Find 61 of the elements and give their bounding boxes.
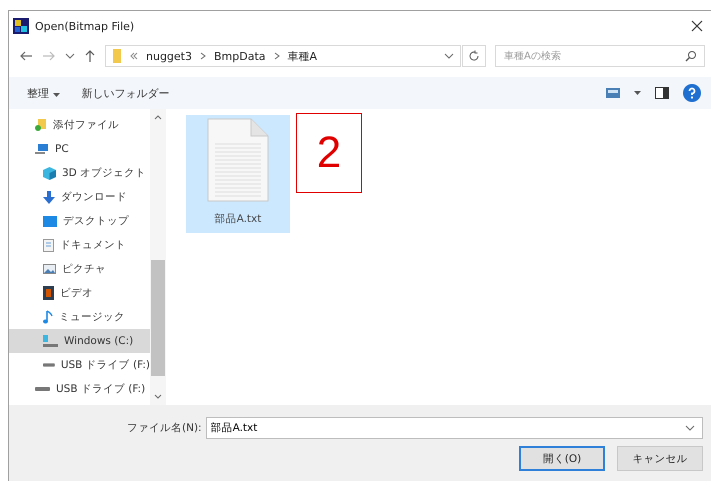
back-arrow-icon[interactable] [19, 50, 33, 62]
navigation-item[interactable]: USB ドライブ (F:) [9, 377, 150, 401]
chevron-down-icon[interactable] [65, 52, 75, 60]
refresh-icon [468, 50, 480, 62]
navigation-item[interactable]: ダウンロード [9, 185, 150, 209]
search-icon [685, 50, 697, 62]
document-icon [43, 238, 54, 252]
navigation-item[interactable]: ビデオ [9, 281, 150, 305]
file-item[interactable]: 部品A.txt [186, 115, 290, 233]
address-field[interactable]: nugget3 BmpData 車種A [105, 45, 461, 67]
computer-icon [35, 144, 49, 154]
organize-menu-button[interactable]: 整理 [23, 84, 64, 102]
navigation-item[interactable]: USB ドライブ (F:) [9, 353, 150, 377]
usb-drive-icon [43, 362, 55, 368]
music-note-icon [43, 310, 53, 324]
cancel-button[interactable]: キャンセル [617, 446, 703, 471]
scrollbar[interactable] [150, 109, 166, 405]
preview-pane-icon[interactable] [655, 87, 669, 99]
caret-icon [52, 92, 60, 96]
new-folder-button[interactable]: 新しいフォルダー [78, 84, 174, 102]
drive-icon [43, 335, 58, 347]
file-name-field[interactable]: 部品A.txt [206, 417, 703, 439]
navigation-item[interactable]: 3D オブジェクト [9, 161, 150, 185]
view-icon[interactable] [606, 88, 620, 98]
usb-drive-icon [35, 386, 50, 392]
chevron-down-icon[interactable] [444, 52, 454, 60]
annotation-box: 2 [296, 113, 362, 193]
help-icon[interactable] [683, 84, 701, 102]
navigation-item[interactable]: ピクチャ [9, 257, 150, 281]
open-button[interactable]: 開く(O) [519, 446, 605, 471]
cube-icon [43, 166, 56, 180]
navigation-item[interactable]: 添付ファイル [9, 113, 150, 137]
navigation-item[interactable]: ドキュメント [9, 233, 150, 257]
search-field[interactable]: 車種Aの検索 [495, 45, 705, 67]
dropdown-arrow-icon[interactable] [634, 91, 641, 95]
breadcrumb[interactable]: nugget3 [146, 50, 192, 62]
text-file-icon [207, 118, 269, 202]
close-icon[interactable] [691, 20, 703, 32]
refresh-button[interactable] [462, 45, 486, 67]
breadcrumb[interactable]: BmpData [214, 50, 266, 62]
chevron-down-icon[interactable] [685, 424, 695, 432]
window-title: Open(Bitmap File) [35, 20, 136, 32]
app-icon [13, 18, 29, 34]
download-arrow-icon [43, 190, 55, 204]
scroll-down-icon[interactable] [154, 394, 162, 399]
desktop-icon [43, 216, 57, 226]
double-chevron-icon[interactable] [130, 52, 138, 60]
chevron-right-icon [274, 52, 280, 60]
file-name-label: ファイル名(N): [127, 421, 202, 435]
folder-icon [112, 48, 122, 64]
picture-icon [43, 264, 56, 274]
navigation-item[interactable]: デスクトップ [9, 209, 150, 233]
breadcrumb[interactable]: 車種A [288, 48, 318, 64]
film-icon [43, 286, 54, 300]
navigation-item[interactable]: ミュージック [9, 305, 150, 329]
up-arrow-icon[interactable] [84, 49, 96, 63]
navigation-item[interactable]: Windows (C:) [9, 329, 150, 353]
scroll-up-icon[interactable] [154, 115, 162, 120]
navigation-item[interactable]: PC [9, 137, 150, 161]
chevron-right-icon [200, 52, 206, 60]
folder-icon [35, 119, 47, 131]
